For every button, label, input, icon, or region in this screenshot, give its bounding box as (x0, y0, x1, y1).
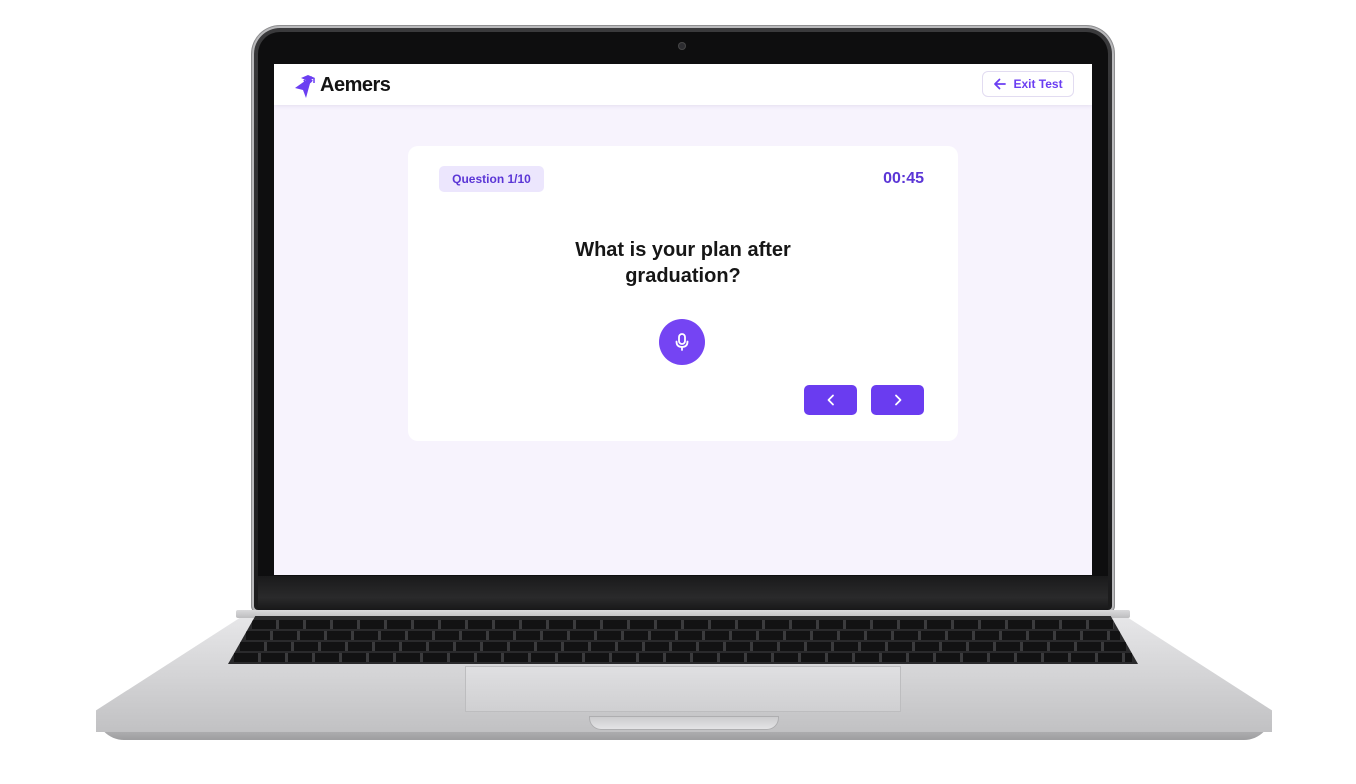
aemers-logo-icon (295, 75, 315, 98)
next-question-button[interactable] (871, 385, 924, 415)
webcam (678, 42, 686, 50)
countdown-timer: 00:45 (883, 170, 924, 187)
brand-name: Aemers (320, 73, 391, 96)
laptop-hinge (258, 576, 1108, 612)
exit-test-label: Exit Test (1013, 77, 1063, 91)
question-text: What is your plan after graduation? (575, 239, 791, 287)
key-row (252, 620, 1114, 629)
chevron-right-icon (894, 394, 901, 406)
arrow-left-icon (994, 78, 1007, 90)
laptop-keyboard (228, 616, 1138, 664)
question-card: Question 1/10 00:45 What is your plan af… (408, 146, 958, 441)
question-counter-badge: Question 1/10 (439, 166, 544, 192)
key-row (234, 653, 1132, 662)
laptop-trackpad (465, 666, 901, 712)
key-row (246, 631, 1120, 640)
lid-opening-notch (589, 716, 779, 730)
chevron-left-icon (827, 394, 834, 406)
exit-test-button[interactable]: Exit Test (982, 71, 1074, 97)
app-screen: Aemers Exit Test Question 1/10 00:45 Wha… (274, 64, 1092, 575)
microphone-icon (675, 333, 689, 351)
brand-logo[interactable]: Aemers (292, 69, 391, 101)
top-navigation-bar: Aemers Exit Test (274, 64, 1092, 105)
key-row (240, 642, 1126, 651)
previous-question-button[interactable] (804, 385, 857, 415)
record-answer-button[interactable] (659, 319, 705, 365)
